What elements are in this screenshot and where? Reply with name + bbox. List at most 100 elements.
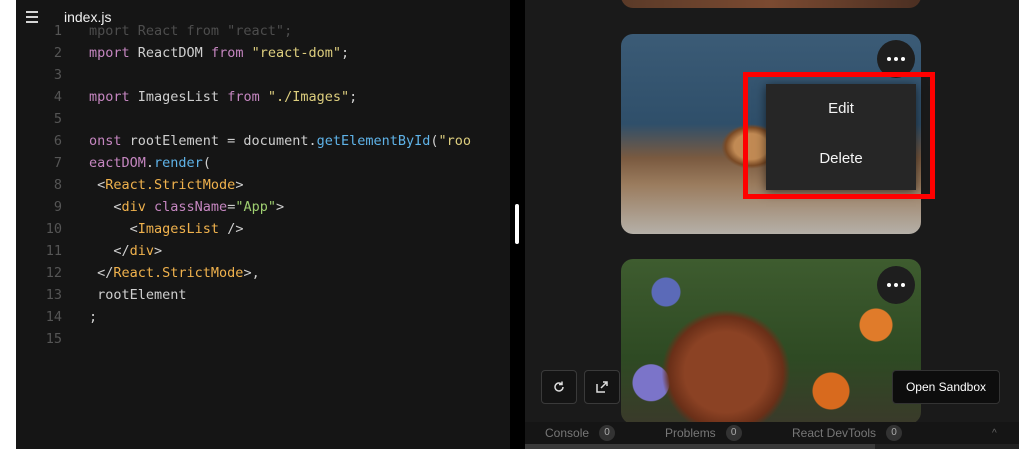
code-token: ;	[89, 309, 98, 325]
preview-pane: Edit Delete Open Sandbox	[525, 0, 1019, 422]
chevron-up-icon[interactable]: ^	[992, 428, 997, 439]
code-token: eactDOM	[89, 155, 146, 171]
code-token: render	[154, 155, 203, 171]
code-token: rootElement = document.	[129, 133, 317, 149]
code-token: >	[235, 177, 244, 193]
line-content[interactable]: mport React from "react";	[89, 20, 292, 42]
code-token: >,	[243, 265, 260, 281]
code-token: div	[121, 199, 155, 215]
line-content[interactable]: <div className="App">	[89, 196, 284, 218]
count-badge: 0	[886, 425, 903, 441]
line-number: 4	[53, 89, 62, 105]
code-editor[interactable]: index.js 1 mport React from "react"; 2 mpor…	[16, 0, 510, 449]
code-token: ReactDOM	[137, 45, 211, 61]
line-number: 14	[45, 309, 62, 325]
code-line[interactable]: 15	[16, 328, 510, 350]
code-line[interactable]: 1 mport React from "react";	[16, 20, 510, 42]
code-line[interactable]: 9 <div className="App">	[16, 196, 510, 218]
line-content[interactable]: ;	[89, 306, 97, 328]
code-token: React.StrictMode	[105, 177, 236, 193]
line-number: 8	[53, 177, 62, 193]
code-token: mport	[89, 45, 138, 61]
scrollbar-thumb[interactable]	[525, 444, 875, 449]
code-line[interactable]: 6 onst rootElement = document.getElementB…	[16, 130, 510, 152]
code-line[interactable]: 8 <React.StrictMode>	[16, 174, 510, 196]
refresh-icon	[554, 381, 564, 392]
code-token: .	[145, 155, 155, 171]
code-token: "react-dom"	[251, 45, 341, 61]
line-content[interactable]: </React.StrictMode>,	[89, 262, 260, 284]
refresh-button[interactable]	[541, 370, 577, 404]
tab-console[interactable]: Console 0	[545, 422, 616, 444]
line-number: 10	[45, 221, 62, 237]
code-line[interactable]: 10 <ImagesList />	[16, 218, 510, 240]
code-token: <	[89, 177, 106, 193]
tab-label: Problems	[665, 426, 716, 440]
code-line[interactable]: 5	[16, 108, 510, 130]
code-token: (	[202, 155, 211, 171]
code-line[interactable]: 7 eactDOM.render(	[16, 152, 510, 174]
code-token: from	[227, 89, 268, 105]
code-token: rootElement	[89, 287, 187, 303]
count-badge: 0	[599, 425, 616, 441]
image-card-previous	[621, 0, 921, 8]
line-number: 11	[45, 243, 62, 259]
line-content[interactable]: <React.StrictMode>	[89, 174, 243, 196]
open-sandbox-button[interactable]: Open Sandbox	[892, 370, 1000, 404]
line-content[interactable]: rootElement	[89, 284, 187, 306]
tab-problems[interactable]: Problems 0	[665, 422, 742, 444]
code-token: "App"	[235, 199, 276, 215]
splitter-handle[interactable]	[515, 204, 519, 244]
line-number: 15	[45, 331, 62, 347]
line-number: 7	[53, 155, 62, 171]
code-line[interactable]: 13 rootElement	[16, 284, 510, 306]
squirrel-image	[661, 309, 791, 422]
code-token: className	[154, 199, 228, 215]
code-token: ;	[340, 45, 350, 61]
code-token: <	[89, 199, 122, 215]
code-token: from	[210, 45, 252, 61]
code-token: mport React from "react";	[89, 23, 293, 39]
line-content[interactable]: eactDOM.render(	[89, 152, 211, 174]
line-number: 9	[53, 199, 62, 215]
devtools-bar: Console 0 Problems 0 React DevTools 0 ^	[525, 422, 1019, 449]
sandbox-window: index.js 1 mport React from "react"; 2 mpor…	[0, 0, 1019, 455]
line-number: 2	[53, 45, 62, 61]
code-token: />	[227, 221, 244, 237]
count-badge: 0	[725, 425, 742, 441]
code-token: </	[89, 243, 130, 259]
more-options-icon[interactable]	[877, 266, 915, 304]
line-number: 6	[53, 133, 62, 149]
code-token: </	[89, 265, 114, 281]
code-line[interactable]: 14;	[16, 306, 510, 328]
code-token: >	[275, 199, 285, 215]
line-content[interactable]: <ImagesList />	[89, 218, 244, 240]
line-content[interactable]: mport ReactDOM from "react-dom";	[89, 42, 349, 64]
code-line[interactable]: 3	[16, 64, 510, 86]
code-token: mport	[89, 89, 138, 105]
line-content[interactable]: onst rootElement = document.getElementBy…	[89, 130, 471, 152]
line-content[interactable]: </div>	[89, 240, 162, 262]
code-token: "./Images"	[267, 89, 350, 105]
tab-label: Console	[545, 426, 590, 440]
code-line[interactable]: 12 </React.StrictMode>,	[16, 262, 510, 284]
code-token: (	[430, 133, 439, 149]
code-line[interactable]: 4 mport ImagesList from "./Images";	[16, 86, 510, 108]
line-number: 3	[53, 67, 62, 83]
tab-react-devtools[interactable]: React DevTools 0	[792, 422, 903, 444]
code-token: <	[89, 221, 138, 237]
code-token: ImagesList	[137, 221, 228, 237]
code-token: >	[154, 243, 163, 259]
code-token: ImagesList	[137, 89, 228, 105]
code-token: getElementById	[316, 133, 431, 149]
code-line[interactable]: 11 </div>	[16, 240, 510, 262]
line-number: 13	[45, 287, 62, 303]
line-content[interactable]: mport ImagesList from "./Images";	[89, 86, 357, 108]
code-token: ;	[349, 89, 358, 105]
open-new-window-button[interactable]	[584, 370, 620, 404]
code-token: onst	[89, 133, 130, 149]
code-token: div	[129, 243, 155, 259]
code-token: "roo	[438, 133, 472, 149]
tab-label: React DevTools	[792, 426, 877, 440]
code-line[interactable]: 2 mport ReactDOM from "react-dom";	[16, 42, 510, 64]
